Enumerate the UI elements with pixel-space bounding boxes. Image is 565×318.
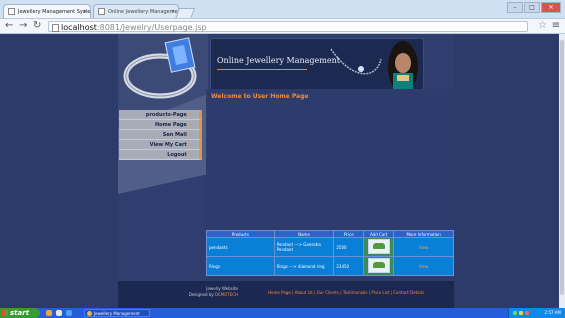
cart-icon — [372, 243, 385, 249]
maximize-button[interactable]: □ — [524, 2, 540, 13]
products-table: Products Name Price Add Cart More Inform… — [206, 230, 454, 276]
more-info-cell: View — [393, 256, 454, 276]
product-cell: Rings — [206, 256, 275, 276]
scrollbar-thumb[interactable] — [560, 40, 564, 295]
table-row: pendants Pendant ---> Ganesha Pendant 25… — [206, 237, 454, 257]
tab-title: Jewellery Management Syste — [18, 9, 91, 15]
quicklaunch-ie-icon[interactable] — [66, 310, 72, 316]
tab-jewellery-management[interactable]: Jewellery Management Syste ✕ — [3, 4, 91, 18]
start-button[interactable]: start — [0, 308, 40, 318]
menu-item-products-page[interactable]: products-Page > — [119, 110, 202, 120]
table-row: Rings Rings ---> diamond ring 23450 View — [206, 256, 454, 276]
add-cart-cell — [363, 237, 395, 257]
window-controls: – □ ✕ — [507, 2, 561, 13]
close-tab-icon[interactable]: ✕ — [171, 5, 175, 18]
page-icon — [8, 8, 15, 15]
menu-item-view-my-cart[interactable]: View My Cart > — [119, 140, 202, 150]
add-to-cart-button[interactable] — [367, 239, 390, 254]
site-footer: Jewelry Website Designed by DEMOTECH Hom… — [118, 281, 454, 308]
security-icon[interactable] — [525, 311, 529, 315]
page-icon — [98, 8, 105, 15]
clock: 2:57 AM — [544, 310, 561, 315]
menu-item-sen-mail[interactable]: Sen Mail > — [119, 130, 202, 140]
footer-links[interactable]: Home Page | About Us | Our Clients | Tes… — [268, 290, 424, 295]
price-cell: 23450 — [333, 256, 365, 276]
name-cell: Rings ---> diamond ring — [273, 256, 335, 276]
taskbar: start Jewellery Management 2:57 AM — [0, 308, 565, 318]
banner-title: Online Jewellery Management — [217, 56, 340, 65]
view-link[interactable]: View — [419, 245, 429, 250]
name-cell: Pendant ---> Ganesha Pendant — [273, 237, 335, 257]
tab-online-jewellery[interactable]: Online Jewellery Manageme ✕ — [93, 4, 179, 18]
chevron-right-icon: > — [188, 152, 193, 158]
taskbar-item-jewellery[interactable]: Jewellery Management — [84, 309, 150, 317]
browser-chrome: Jewellery Management Syste ✕ Online Jewe… — [0, 0, 565, 34]
minimize-button[interactable]: – — [507, 2, 523, 13]
column-header: More Information — [393, 230, 454, 238]
url-path: :8081/Jewelry/Userpage.jsp — [96, 23, 207, 32]
column-header: Name — [273, 230, 335, 238]
column-header: Price — [333, 230, 365, 238]
banner-divider — [217, 69, 307, 70]
column-header: Products — [206, 230, 275, 238]
tab-title: Online Jewellery Manageme — [108, 9, 178, 15]
windows-logo-icon — [2, 310, 8, 316]
price-cell: 2500 — [333, 237, 365, 257]
chevron-right-icon: > — [188, 122, 193, 128]
browser-toolbar: ← → ↻ localhost:8081/Jewelry/Userpage.js… — [0, 18, 565, 34]
view-link[interactable]: View — [419, 264, 429, 269]
add-cart-cell — [363, 256, 395, 276]
menu-item-home-page[interactable]: Home Page > — [119, 120, 202, 130]
column-header: Add Cart — [363, 230, 395, 238]
page-viewport: Online Jewellery Management Welcome to U… — [0, 34, 565, 308]
menu-item-logout[interactable]: Logout > — [119, 150, 202, 160]
network-icon[interactable] — [513, 311, 517, 315]
back-arrow-icon[interactable]: ← — [5, 20, 13, 32]
more-info-cell: View — [393, 237, 454, 257]
chevron-right-icon: > — [188, 132, 193, 138]
system-tray: 2:57 AM — [508, 308, 565, 318]
product-cell: pendants — [206, 237, 275, 257]
close-window-button[interactable]: ✕ — [541, 2, 561, 13]
chevron-right-icon: > — [188, 112, 193, 118]
side-menu: products-Page > Home Page > Sen Mail > View… — [119, 110, 202, 160]
quicklaunch-desktop-icon[interactable] — [56, 310, 62, 316]
banner-artwork — [211, 39, 423, 94]
menu-icon[interactable]: ≡ — [552, 20, 560, 32]
site-banner: Online Jewellery Management — [210, 38, 424, 95]
volume-icon[interactable] — [519, 311, 523, 315]
address-bar[interactable]: localhost:8081/Jewelry/Userpage.jsp — [48, 21, 528, 32]
welcome-heading: Welcome to User Home Page — [211, 93, 309, 100]
quicklaunch-browser-icon[interactable] — [46, 310, 52, 316]
chevron-right-icon: > — [188, 142, 193, 148]
add-to-cart-button[interactable] — [367, 258, 390, 273]
table-header-row: Products Name Price Add Cart More Inform… — [206, 230, 454, 238]
page-info-icon — [52, 24, 59, 32]
close-tab-icon[interactable]: ✕ — [83, 5, 87, 18]
footer-designer: Designed by DEMOTECH — [188, 292, 238, 297]
chrome-icon — [87, 311, 92, 316]
reload-icon[interactable]: ↻ — [33, 20, 41, 32]
cart-icon — [372, 262, 385, 268]
vertical-scrollbar[interactable] — [559, 34, 565, 308]
footer-credits: Jewelry Website Designed by DEMOTECH — [153, 286, 238, 298]
footer-author-link[interactable]: DEMOTECH — [215, 292, 238, 297]
forward-arrow-icon[interactable]: → — [19, 20, 27, 32]
url-host: localhost — [61, 23, 97, 32]
bookmark-star-icon[interactable]: ☆ — [538, 20, 547, 32]
